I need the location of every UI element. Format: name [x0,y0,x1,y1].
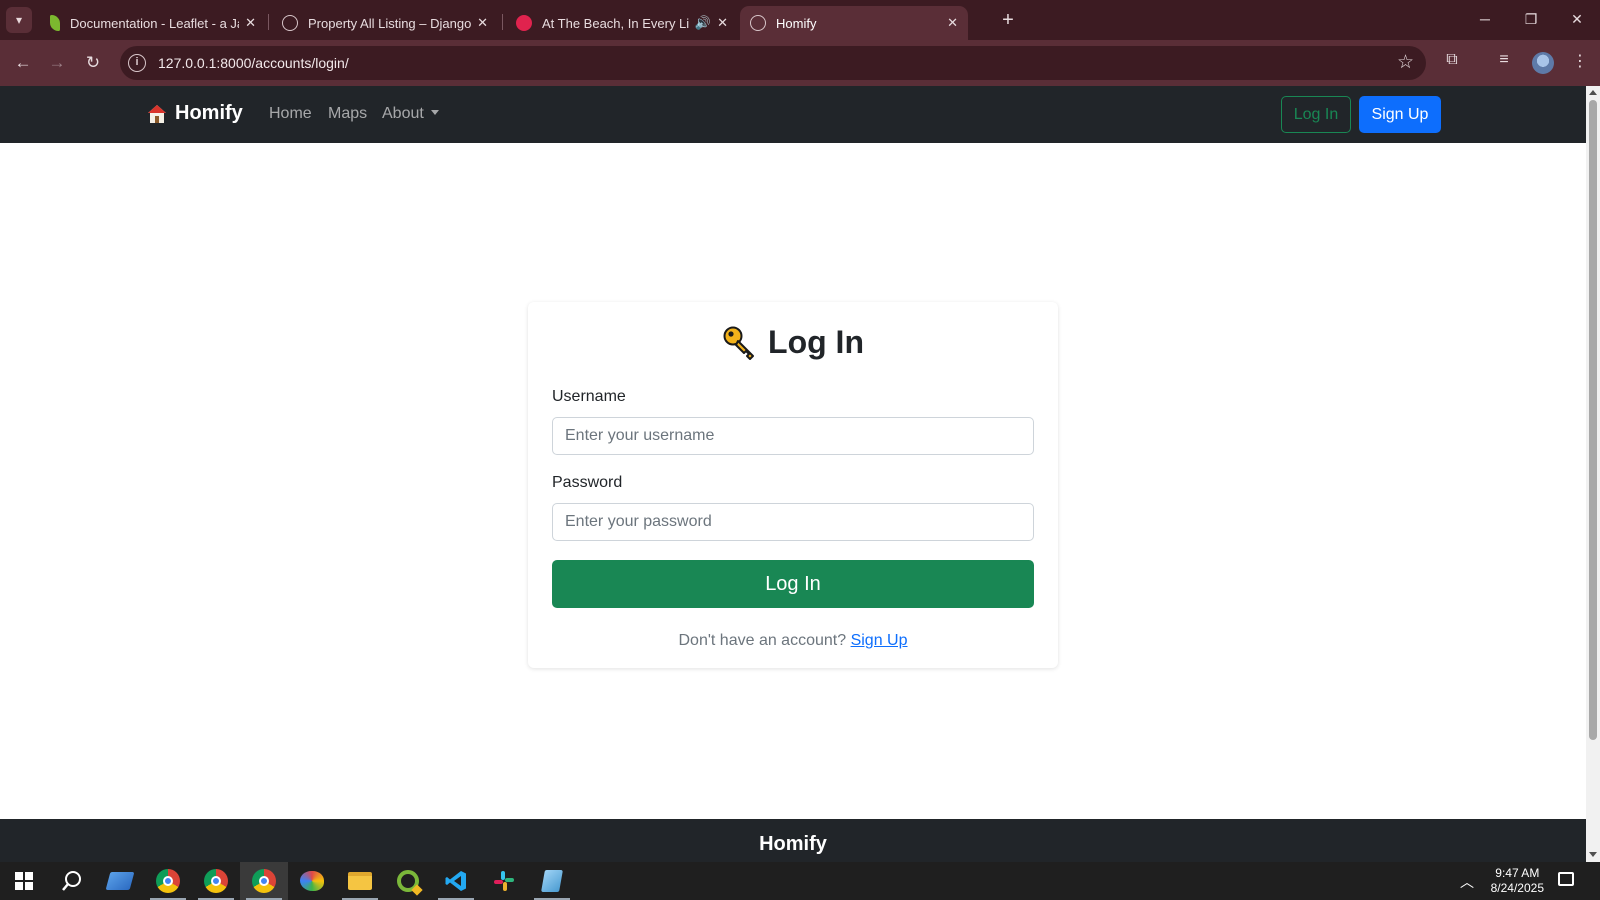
music-icon [516,15,532,31]
notepad-icon[interactable] [528,862,576,900]
search-icon[interactable] [48,862,96,900]
show-hidden-icons-chevron[interactable]: ︿ [1460,872,1474,892]
page-scrollbar[interactable] [1586,86,1600,862]
browser-toolbar: ← → ↻ i 127.0.0.1:8000/accounts/login/ ☆… [0,40,1600,86]
close-icon[interactable]: ✕ [941,15,958,31]
media-controls-icon[interactable]: ≡ [1492,51,1516,69]
address-bar[interactable]: i 127.0.0.1:8000/accounts/login/ ☆ [120,46,1426,80]
nav-about-dropdown[interactable]: About [382,105,439,123]
brand-link[interactable]: Homify [147,102,243,125]
navbar-login-button[interactable]: Log In [1281,96,1351,133]
clock-time: 9:47 AM [1495,866,1540,880]
site-footer: Homify [0,819,1586,862]
web-page: Homify Home Maps About Log In Sign Up Lo… [0,86,1586,862]
tab-search-button[interactable]: ▾ [6,7,32,33]
site-info-icon[interactable]: i [128,54,146,72]
new-tab-button[interactable]: + [996,8,1020,32]
tab-music[interactable]: At The Beach, In Every Life 🔊 ✕ [506,6,738,40]
tab-title: At The Beach, In Every Life [542,15,689,31]
nav-about-label: About [382,105,424,122]
close-icon[interactable]: ✕ [471,15,488,31]
back-button[interactable]: ← [10,50,36,76]
restore-button[interactable]: ❐ [1516,6,1546,32]
qgis-icon[interactable] [384,862,432,900]
tab-title: Documentation - Leaflet - a JavaScript l… [70,15,239,31]
slack-icon[interactable] [480,862,528,900]
key-icon [723,326,755,360]
file-explorer-icon[interactable] [336,862,384,900]
close-icon[interactable]: ✕ [711,15,728,31]
extensions-icon[interactable]: ⧉ [1440,51,1464,69]
brand-name: Homify [175,102,243,124]
notification-center-icon[interactable] [1558,872,1574,886]
speaker-icon[interactable]: 🔊 [689,15,711,31]
clock-date: 8/24/2025 [1490,881,1544,895]
system-clock[interactable]: 9:47 AM 8/24/2025 [1491,866,1544,896]
scroll-down-icon[interactable] [1589,852,1597,857]
scroll-up-icon[interactable] [1589,90,1597,95]
leaflet-leaf-icon [50,15,60,31]
bookmark-star-icon[interactable]: ☆ [1397,51,1414,74]
tab-leaflet[interactable]: Documentation - Leaflet - a JavaScript l… [40,6,266,40]
windows-taskbar: ︿ 9:47 AM 8/24/2025 [0,862,1600,900]
close-window-button[interactable]: ✕ [1562,6,1592,32]
caret-down-icon [430,110,439,115]
tab-title: Homify [776,15,817,31]
chrome-active-icon[interactable] [240,862,288,900]
chrome-icon[interactable] [144,862,192,900]
chrome-profile-icon[interactable] [192,862,240,900]
login-card: Log In Username Password Log In Don't ha… [528,302,1058,668]
close-icon[interactable]: ✕ [239,15,256,31]
menu-icon[interactable]: ⋮ [1568,51,1592,71]
signup-link[interactable]: Sign Up [851,632,908,649]
login-title-text: Log In [768,324,864,360]
browser-tab-bar: ▾ Documentation - Leaflet - a JavaScript… [0,0,1600,40]
windows-start-icon[interactable] [0,862,48,900]
password-input[interactable] [552,503,1034,541]
login-submit-button[interactable]: Log In [552,560,1034,608]
footer-brand: Homify [759,833,827,855]
no-account-text: Don't have an account? [678,632,847,649]
globe-icon [750,15,766,31]
tab-homify[interactable]: Homify ✕ [740,6,968,40]
url-text[interactable]: 127.0.0.1:8000/accounts/login/ [158,55,349,71]
nav-home[interactable]: Home [269,105,312,123]
tab-property-listing[interactable]: Property All Listing – Django REST ✕ [272,6,498,40]
navbar-signup-button[interactable]: Sign Up [1359,96,1441,133]
signup-prompt: Don't have an account? Sign Up [528,632,1058,650]
globe-icon [282,15,298,31]
reload-button[interactable]: ↻ [80,50,106,76]
paint-icon[interactable] [288,862,336,900]
file-manager-icon[interactable] [96,862,144,900]
username-input[interactable] [552,417,1034,455]
tab-divider [268,14,269,30]
scrollbar-thumb[interactable] [1589,100,1597,740]
tab-divider [502,14,503,30]
nav-maps[interactable]: Maps [328,105,367,123]
password-label: Password [552,474,623,491]
forward-button[interactable]: → [44,50,70,76]
site-navbar: Homify Home Maps About Log In Sign Up [0,86,1586,143]
house-icon [148,104,166,123]
minimize-button[interactable]: ─ [1470,6,1500,32]
vscode-icon[interactable] [432,862,480,900]
username-label: Username [552,388,626,405]
tab-title: Property All Listing – Django REST [308,15,472,31]
login-heading: Log In [528,324,1058,361]
profile-avatar[interactable] [1532,52,1554,74]
